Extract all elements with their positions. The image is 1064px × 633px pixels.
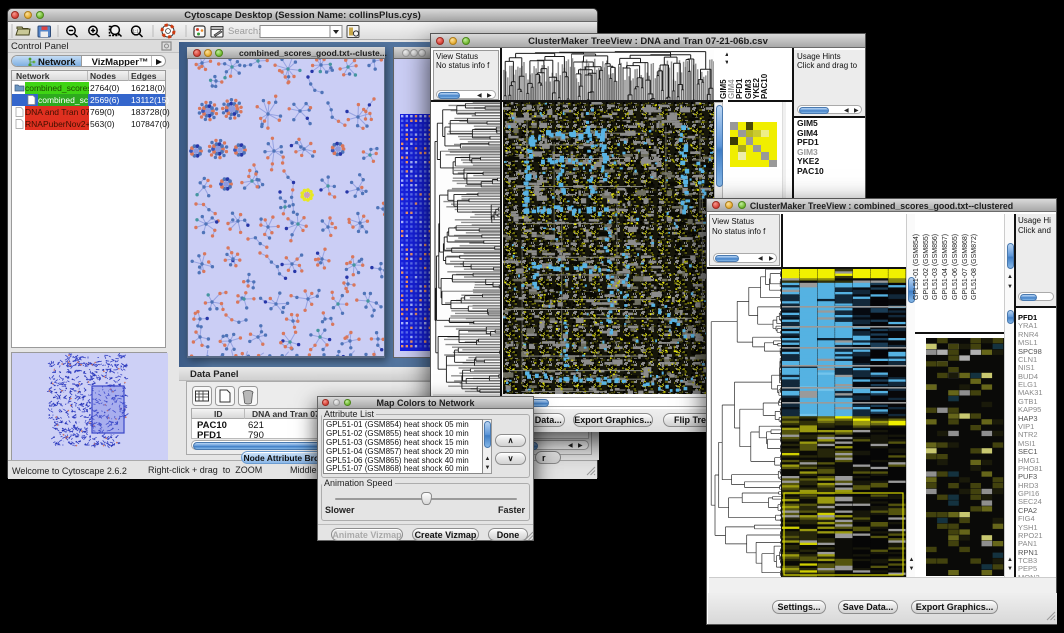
svg-text:1:1: 1:1 (133, 29, 140, 34)
svg-text:Search:: Search: (228, 26, 261, 37)
